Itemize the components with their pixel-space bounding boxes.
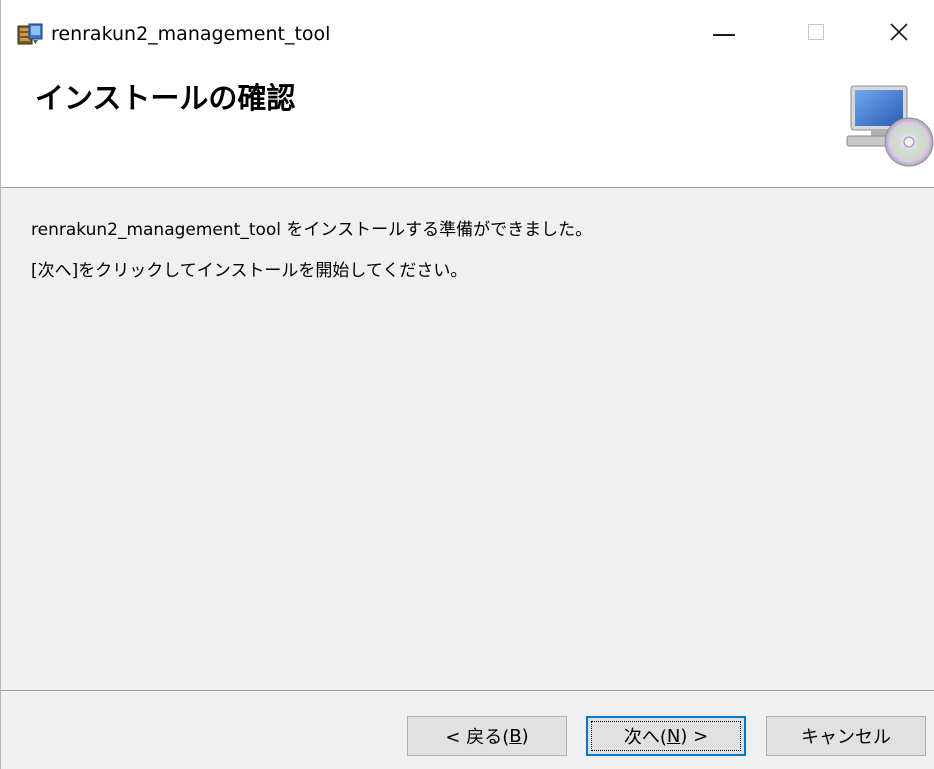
cancel-button[interactable]: キャンセル	[766, 716, 926, 756]
page-title: インストールの確認	[35, 81, 296, 115]
maximize-button	[771, 0, 861, 64]
installer-window: renrakun2_management_tool インストールの確認 renr…	[0, 0, 934, 769]
close-icon	[890, 23, 908, 41]
window-title: renrakun2_management_tool	[51, 23, 331, 45]
minimize-icon	[713, 34, 735, 36]
instruction-message: [次へ]をクリックしてインストールを開始してください。	[31, 261, 468, 281]
footer-separator	[1, 690, 934, 692]
back-label-prefix: < 戻る(	[445, 727, 510, 748]
back-accesskey: B	[509, 725, 522, 747]
close-button[interactable]	[863, 0, 934, 64]
next-button[interactable]: 次へ(N) >	[586, 716, 746, 756]
installer-app-icon	[17, 23, 43, 45]
focus-ring	[591, 721, 741, 751]
cancel-label: キャンセル	[801, 727, 891, 748]
ready-message: renrakun2_management_tool をインストールする準備ができ…	[31, 220, 593, 240]
computer-cd-icon	[846, 85, 934, 167]
title-bar[interactable]: renrakun2_management_tool	[1, 0, 934, 64]
wizard-content: renrakun2_management_tool をインストールする準備ができ…	[1, 188, 934, 688]
wizard-header: インストールの確認	[1, 64, 934, 188]
back-label-suffix: )	[521, 725, 529, 747]
minimize-button[interactable]	[679, 0, 769, 64]
maximize-icon	[808, 24, 824, 40]
back-button[interactable]: < 戻る(B)	[407, 716, 567, 756]
